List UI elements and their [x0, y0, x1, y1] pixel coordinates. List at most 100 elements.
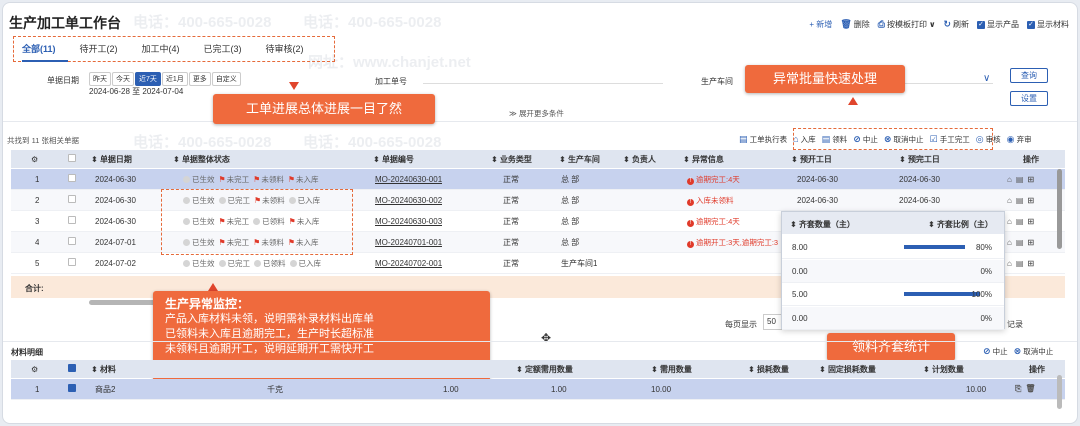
refresh-button[interactable]: ↻ 刷新: [943, 19, 969, 30]
document-icon[interactable]: ▤: [1016, 196, 1028, 205]
col-material[interactable]: ⬍ 材料: [91, 364, 116, 375]
col-biz-type[interactable]: ⬍ 业务类型: [491, 154, 532, 165]
kit-col-qty[interactable]: ⬍ 齐套数量（主）: [790, 219, 855, 230]
doc-number-link[interactable]: MO-20240630-003: [375, 217, 442, 226]
grid-icon[interactable]: ⊞: [1027, 259, 1038, 268]
col-doc-date[interactable]: ⬍ 单据日期: [91, 154, 132, 165]
edit-icon[interactable]: ⎘: [1015, 384, 1025, 393]
tab-pending-review[interactable]: 待审核(2): [266, 36, 316, 62]
home-icon[interactable]: ⌂: [1007, 175, 1016, 184]
col-loss-qty[interactable]: ⬍ 损耗数量: [748, 364, 789, 375]
row-checkbox[interactable]: [68, 237, 76, 247]
material-quota-qty: 1.00: [443, 384, 459, 394]
row-checkbox[interactable]: [68, 216, 76, 226]
action-label: 取消中止: [1023, 347, 1054, 356]
column-settings-icon[interactable]: ⚙: [31, 155, 38, 164]
row-number: 1: [35, 384, 40, 394]
doc-number-link[interactable]: MO-20240701-001: [375, 238, 442, 247]
row-checkbox[interactable]: [68, 258, 76, 268]
col-label: 异常信息: [691, 154, 724, 164]
status-effective: 已生效: [183, 174, 215, 185]
col-need-qty[interactable]: ⬍ 需用数量: [651, 364, 692, 375]
expand-more-conditions[interactable]: ≫ 展开更多条件: [509, 108, 564, 119]
date-7days[interactable]: 近7天: [135, 72, 161, 86]
red-flag-icon: ⚑: [253, 174, 261, 184]
col-quota-qty[interactable]: ⬍ 定额需用数量: [516, 364, 573, 375]
workshop: 总 部: [561, 174, 580, 184]
col-owner[interactable]: ⬍ 负责人: [623, 154, 656, 165]
column-settings-icon[interactable]: ⚙: [31, 365, 38, 374]
trash-icon[interactable]: 🗑: [1025, 384, 1039, 393]
document-icon[interactable]: ▤: [1016, 217, 1028, 226]
date-custom[interactable]: 自定义: [211, 72, 241, 86]
home-icon[interactable]: ⌂: [1007, 196, 1016, 205]
row-checkbox[interactable]: [68, 384, 76, 394]
grid-icon[interactable]: ⊞: [1027, 217, 1038, 226]
row-checkbox[interactable]: [68, 174, 76, 184]
document-icon[interactable]: ▤: [1016, 175, 1028, 184]
show-material-toggle[interactable]: ✓ 显示材料: [1027, 19, 1069, 30]
exception-info: ! 入库未领料: [687, 195, 734, 206]
checkbox-checked-icon: [68, 364, 76, 372]
query-button[interactable]: 查询: [1010, 68, 1048, 83]
material-unit: 千克: [267, 384, 283, 394]
col-label: 固定损耗数量: [827, 364, 876, 374]
select-all-checkbox[interactable]: [68, 154, 76, 164]
tab-pending-start[interactable]: 待开工(2): [80, 36, 130, 62]
date-range-text[interactable]: 2024-06-28 至 2024-07-04: [89, 86, 183, 97]
kit-col-ratio[interactable]: ⬍ 齐套比例（主）: [928, 219, 993, 230]
material-suspend-button[interactable]: ⊘ 中止: [983, 346, 1008, 357]
settings-button[interactable]: 设置: [1010, 91, 1048, 106]
grid-icon[interactable]: ⊞: [1027, 196, 1038, 205]
doc-number-link[interactable]: MO-20240630-002: [375, 196, 442, 205]
date-1month[interactable]: 近1月: [161, 72, 188, 86]
row-checkbox[interactable]: [68, 195, 76, 205]
col-doc-no[interactable]: ⬍ 单据编号: [373, 154, 414, 165]
tab-processing[interactable]: 加工中(4): [142, 36, 192, 62]
home-icon[interactable]: ⌂: [1007, 217, 1016, 226]
date-yesterday[interactable]: 昨天: [89, 72, 111, 86]
col-label: 单据整体状态: [181, 154, 230, 164]
material-row[interactable]: 1 商品2 千克 1.00 1.00 10.00 10.00 ⎘🗑: [11, 379, 1065, 400]
divider: [3, 341, 1077, 342]
home-icon[interactable]: ⌂: [1007, 259, 1016, 268]
vertical-scrollbar[interactable]: [1057, 169, 1062, 249]
execution-table-button[interactable]: ▤ 工单执行表: [739, 134, 787, 145]
chevron-down-icon[interactable]: ∨: [983, 73, 990, 84]
show-product-toggle[interactable]: ✓ 显示产品: [977, 19, 1019, 30]
col-plan-qty[interactable]: ⬍ 计划数量: [923, 364, 964, 375]
doc-number-link[interactable]: MO-20240630-001: [375, 175, 442, 184]
material-cancel-suspend-button[interactable]: ⊗ 取消中止: [1014, 346, 1054, 357]
col-fixed-loss-qty[interactable]: ⬍ 固定损耗数量: [819, 364, 876, 375]
delete-button[interactable]: 🗑 删除: [840, 19, 869, 30]
toolbar: + 新增 🗑 删除 ⎙ 按模板打印 ∨ ↻ 刷新 ✓ 显示产品 ✓ 显示材料: [809, 19, 1069, 30]
col-plan-start[interactable]: ⬍ 预开工日: [791, 154, 832, 165]
order-no-input[interactable]: [423, 83, 663, 84]
date-today[interactable]: 今天: [112, 72, 134, 86]
biz-type: 正常: [503, 216, 519, 226]
grid-icon[interactable]: ⊞: [1027, 175, 1038, 184]
select-all-checkbox[interactable]: [68, 364, 76, 374]
col-workshop[interactable]: ⬍ 生产车间: [559, 154, 600, 165]
print-template-button[interactable]: ⎙ 按模板打印 ∨: [878, 19, 936, 30]
add-button[interactable]: + 新增: [809, 19, 832, 30]
tab-completed[interactable]: 已完工(3): [204, 36, 254, 62]
date-more[interactable]: 更多: [188, 72, 211, 86]
alert-icon: !: [687, 177, 694, 185]
document-icon[interactable]: ▤: [1016, 238, 1028, 247]
material-vertical-scrollbar[interactable]: [1057, 375, 1062, 409]
red-flag-icon: ⚑: [287, 174, 296, 184]
col-label: 需用数量: [659, 364, 692, 374]
col-exception[interactable]: ⬍ 异常信息: [683, 154, 724, 165]
doc-number-link[interactable]: MO-20240702-001: [375, 259, 442, 268]
grid-icon[interactable]: ⊞: [1027, 238, 1038, 247]
row-ops: ⌂▤⊞: [1007, 217, 1038, 226]
col-status[interactable]: ⬍ 单据整体状态: [173, 154, 230, 165]
document-icon[interactable]: ▤: [1016, 259, 1028, 268]
tab-all[interactable]: 全部(11): [22, 36, 68, 62]
table-row[interactable]: 1 2024-06-30 已生效 ⚑未完工 ⚑未领料 ⚑未入库 MO-20240630-00…: [11, 169, 1065, 190]
status-material: 已领料: [254, 258, 286, 269]
home-icon[interactable]: ⌂: [1007, 238, 1016, 247]
unapprove-button[interactable]: ◉ 弃审: [1007, 134, 1032, 145]
col-plan-end[interactable]: ⬍ 预完工日: [899, 154, 940, 165]
